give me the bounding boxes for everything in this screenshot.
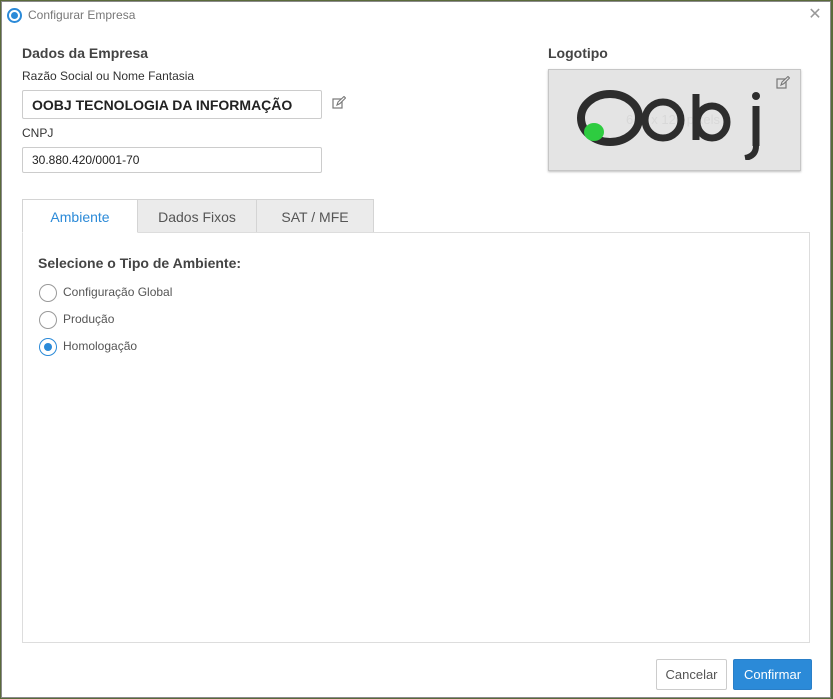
company-name-field[interactable] <box>22 90 322 119</box>
radio-label: Produção <box>63 312 115 326</box>
confirm-button[interactable]: Confirmar <box>733 659 812 690</box>
window-title: Configurar Empresa <box>28 8 136 22</box>
oobj-logo <box>577 90 760 160</box>
tab-dados-fixos[interactable]: Dados Fixos <box>137 199 257 233</box>
radio-button[interactable] <box>39 311 57 329</box>
radio-button-selected[interactable] <box>39 338 57 356</box>
logo-preview[interactable]: 660 x 120 pixels <box>548 69 801 171</box>
environment-type-title: Selecione o Tipo de Ambiente: <box>38 255 242 271</box>
configure-company-dialog: Configurar Empresa ✕ Dados da Empresa Ra… <box>1 1 831 698</box>
tab-sat-mfe[interactable]: SAT / MFE <box>256 199 374 233</box>
radio-label: Homologação <box>63 339 138 353</box>
logo-section-title: Logotipo <box>548 45 608 61</box>
cnpj-label: CNPJ <box>22 126 54 140</box>
edit-logo-icon[interactable] <box>776 76 790 90</box>
radio-label: Configuração Global <box>63 285 173 299</box>
cnpj-field[interactable] <box>22 147 322 173</box>
company-name-label: Razão Social ou Nome Fantasia <box>22 69 195 83</box>
edit-icon[interactable] <box>332 96 346 110</box>
company-section-title: Dados da Empresa <box>22 45 149 61</box>
app-icon <box>7 8 22 23</box>
radio-button[interactable] <box>39 284 57 302</box>
title-bar: Configurar Empresa ✕ <box>2 2 830 30</box>
tab-ambiente[interactable]: Ambiente <box>22 199 138 233</box>
ambiente-panel: Selecione o Tipo de Ambiente: Configuraç… <box>22 232 810 643</box>
cancel-button[interactable]: Cancelar <box>656 659 727 690</box>
close-icon[interactable]: ✕ <box>806 5 824 25</box>
